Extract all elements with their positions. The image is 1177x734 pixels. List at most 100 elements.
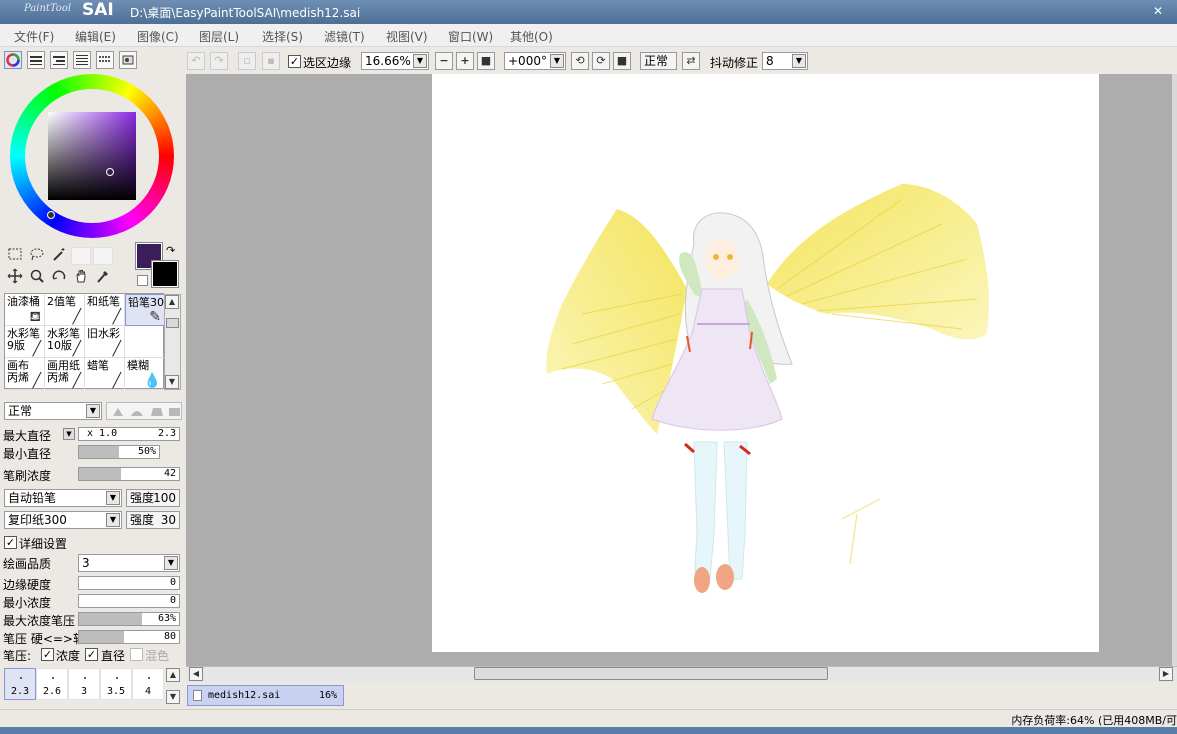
zoom-icon[interactable] xyxy=(28,268,46,286)
rgb-slider-tab[interactable] xyxy=(27,51,45,69)
secondary-color-swatch[interactable] xyxy=(151,260,179,288)
brush-slot[interactable]: 2值笔 ╱ xyxy=(45,294,85,326)
zoom-in-icon[interactable]: + xyxy=(456,52,474,70)
density-slider[interactable]: 42 xyxy=(78,467,180,481)
texture-select[interactable]: 复印纸300 ▼ xyxy=(4,511,122,529)
scroll-right-icon[interactable]: ▶ xyxy=(1159,667,1173,681)
zoom-select[interactable]: 16.66% ▼ xyxy=(361,52,429,70)
normal-view-button[interactable]: 正常 xyxy=(640,52,677,70)
brush-shape-presets[interactable] xyxy=(106,402,182,420)
texture-value: 复印纸300 xyxy=(8,513,67,527)
rotation-select[interactable]: +000° ▼ xyxy=(504,52,566,70)
brush-size-preset[interactable]: 3.5 xyxy=(100,668,132,700)
brush-size-preset[interactable]: 4 xyxy=(132,668,164,700)
eyedropper-icon[interactable] xyxy=(94,268,112,286)
texture-strength-field[interactable]: 强度 30 xyxy=(126,511,180,529)
brush-slot[interactable]: 油漆桶 ⛾ xyxy=(5,294,45,326)
saturation-value-square[interactable] xyxy=(48,112,136,200)
color-wheel-tab[interactable] xyxy=(4,51,22,69)
scroll-up-icon[interactable]: ▲ xyxy=(166,668,180,682)
brush-icon: ╱ xyxy=(72,373,81,389)
deselect-icon[interactable]: ▫ xyxy=(238,52,256,70)
menu-image[interactable]: 图像(C) xyxy=(137,28,179,45)
selection-edge-checkbox[interactable]: ✓ xyxy=(288,55,301,68)
rotate-right-icon[interactable]: ⟳ xyxy=(592,52,610,70)
document-icon xyxy=(193,690,202,701)
scroll-up-icon[interactable]: ▲ xyxy=(165,295,179,309)
brush-slot-empty xyxy=(125,326,165,358)
brush-slot[interactable]: 水彩笔 10版 ╱ xyxy=(45,326,85,358)
rect-select-icon[interactable] xyxy=(6,246,24,264)
brush-slot[interactable]: 蜡笔 ╱ xyxy=(85,358,125,390)
rotate-reset-icon[interactable]: ■ xyxy=(613,52,631,70)
brush-size-preset[interactable]: 3 xyxy=(68,668,100,700)
scroll-down-icon[interactable]: ▼ xyxy=(166,690,180,704)
scroll-down-icon[interactable]: ▼ xyxy=(165,375,179,389)
transparent-color-icon[interactable] xyxy=(137,275,148,286)
brush-slot[interactable]: 画用纸 丙烯 ╱ xyxy=(45,358,85,390)
hand-icon[interactable] xyxy=(72,268,90,286)
min-density-slider[interactable]: 0 xyxy=(78,594,180,608)
sv-marker[interactable] xyxy=(106,168,114,176)
invert-selection-icon[interactable]: ▪ xyxy=(262,52,280,70)
brush-slot[interactable]: 画布 丙烯 ╱ xyxy=(5,358,45,390)
lasso-icon[interactable] xyxy=(28,246,46,264)
pressure-density-label: 浓度 xyxy=(56,649,81,663)
zoom-reset-icon[interactable]: ■ xyxy=(477,52,495,70)
flip-horizontal-icon[interactable]: ⇄ xyxy=(682,52,700,70)
zoom-out-icon[interactable]: − xyxy=(435,52,453,70)
menu-edit[interactable]: 编辑(E) xyxy=(75,28,116,45)
horizontal-scroll-thumb[interactable] xyxy=(474,667,828,680)
brush-shape-select[interactable]: 自动铅笔 ▼ xyxy=(4,489,122,507)
mixer-tab[interactable] xyxy=(73,51,91,69)
undo-icon[interactable]: ↶ xyxy=(187,52,205,70)
move-icon[interactable] xyxy=(6,268,24,286)
swatches-icon xyxy=(99,56,110,62)
pressure-size-checkbox[interactable]: ✓ xyxy=(85,648,98,661)
quality-select[interactable]: 3 ▼ xyxy=(78,554,180,572)
canvas-vertical-scrollbar[interactable] xyxy=(1172,74,1177,666)
brush-slot[interactable]: 铅笔30 ✎ xyxy=(125,294,165,326)
pressure-hardness-slider[interactable]: 80 xyxy=(78,630,180,644)
pressure-hardness-label: 笔压 硬<=>软 xyxy=(3,632,85,646)
edge-hardness-slider[interactable]: 0 xyxy=(78,576,180,590)
rotate-left-icon[interactable]: ⟲ xyxy=(571,52,589,70)
brush-size-preset[interactable]: 2.6 xyxy=(36,668,68,700)
detail-settings-checkbox[interactable]: ✓ xyxy=(4,536,17,549)
brush-icon: ╱ xyxy=(32,373,41,389)
swatches-tab[interactable] xyxy=(96,51,114,69)
max-size-slider[interactable]: x 1.0 2.3 xyxy=(78,427,180,441)
max-density-pressure-slider[interactable]: 63% xyxy=(78,612,180,626)
brush-slot[interactable]: 水彩笔 9版 ╱ xyxy=(5,326,45,358)
menu-layer[interactable]: 图层(L) xyxy=(199,28,239,45)
brush-slot[interactable]: 模糊 💧 xyxy=(125,358,165,390)
scratchpad-tab[interactable] xyxy=(119,51,137,69)
scroll-thumb[interactable] xyxy=(166,318,179,328)
magic-wand-icon[interactable] xyxy=(50,246,68,264)
menu-select[interactable]: 选择(S) xyxy=(262,28,303,45)
close-icon[interactable]: ✕ xyxy=(1146,4,1170,20)
min-size-slider[interactable]: 50% xyxy=(78,445,160,459)
swap-colors-icon[interactable]: ↷ xyxy=(166,244,175,257)
menu-filter[interactable]: 滤镜(T) xyxy=(324,28,365,45)
brush-slot[interactable]: 旧水彩 ╱ xyxy=(85,326,125,358)
blend-mode-select[interactable]: 正常 ▼ xyxy=(4,402,102,420)
menu-view[interactable]: 视图(V) xyxy=(386,28,428,45)
file-tab[interactable]: medish12.sai 16% xyxy=(187,685,344,706)
shape-strength-field[interactable]: 强度 100 xyxy=(126,489,180,507)
size-multiplier-dropdown[interactable]: ▼ xyxy=(63,428,75,440)
menu-other[interactable]: 其他(O) xyxy=(510,28,553,45)
redo-icon[interactable]: ↷ xyxy=(210,52,228,70)
hue-marker[interactable] xyxy=(47,211,55,219)
brush-size-preset[interactable]: 2.3 xyxy=(4,668,36,700)
stabilizer-select[interactable]: 8 ▼ xyxy=(762,52,808,70)
menu-file[interactable]: 文件(F) xyxy=(14,28,54,45)
canvas-paper[interactable] xyxy=(432,74,1099,652)
scroll-left-icon[interactable]: ◀ xyxy=(189,667,203,681)
menu-window[interactable]: 窗口(W) xyxy=(448,28,493,45)
pressure-blend-checkbox[interactable] xyxy=(130,648,143,661)
pressure-density-checkbox[interactable]: ✓ xyxy=(41,648,54,661)
brush-slot[interactable]: 和纸笔 ╱ xyxy=(85,294,125,326)
hsv-slider-tab[interactable] xyxy=(50,51,68,69)
rotate-icon[interactable] xyxy=(50,268,68,286)
